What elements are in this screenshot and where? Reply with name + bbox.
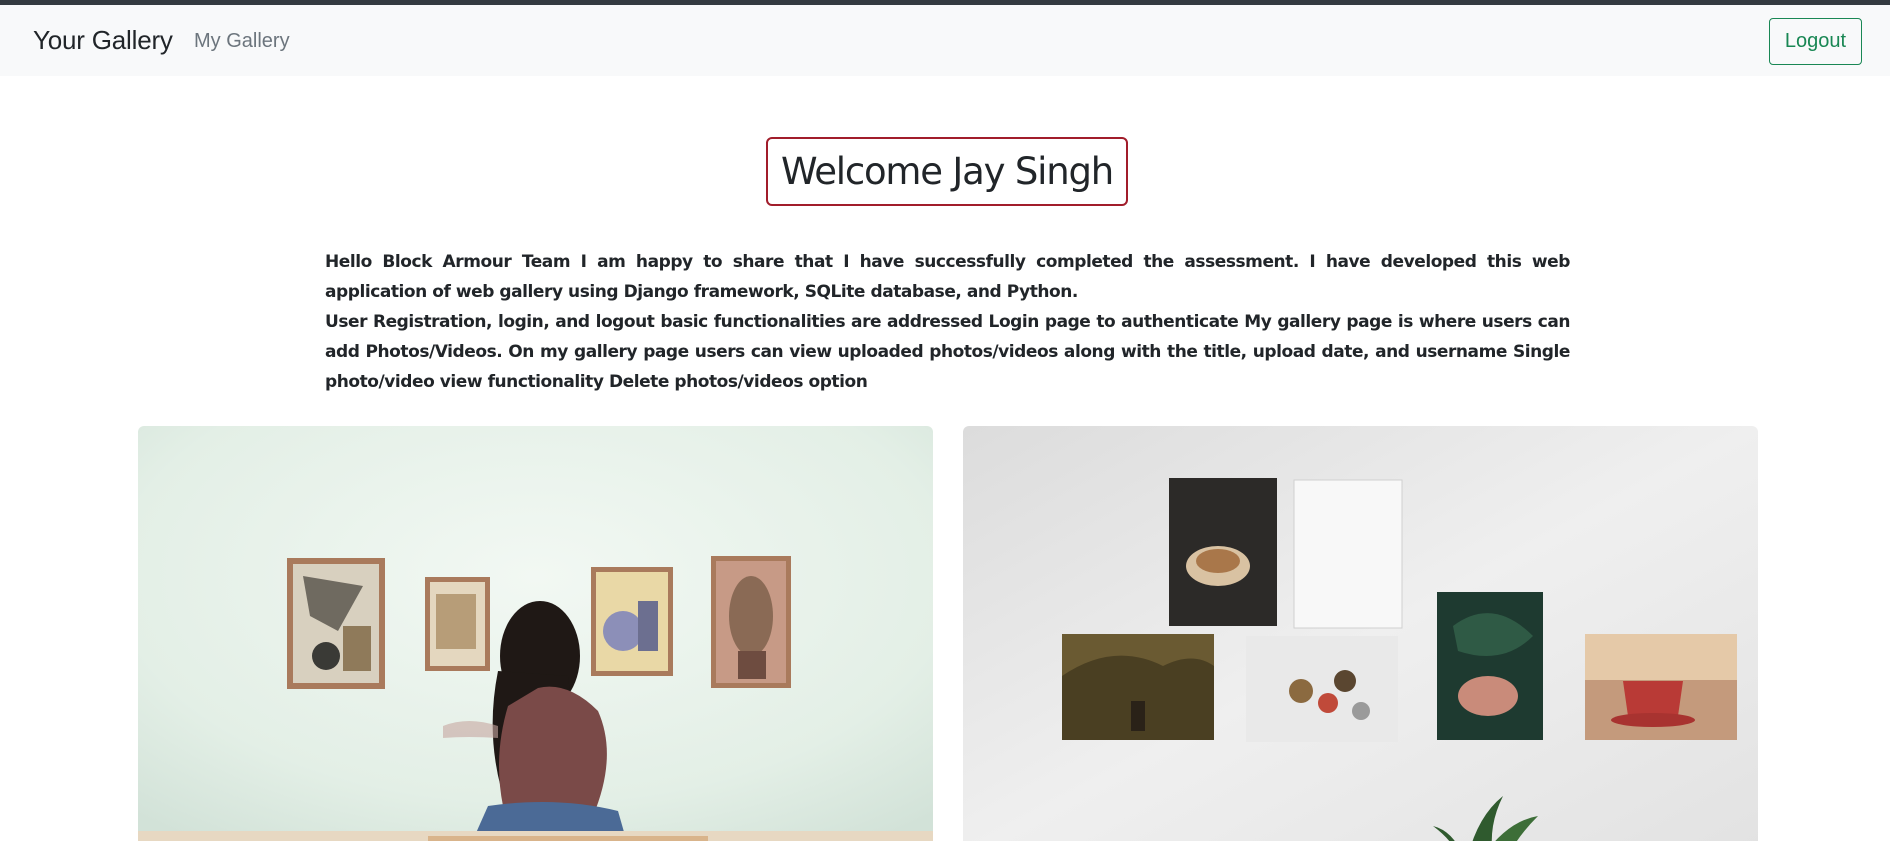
intro-paragraph-1: Hello Block Armour Team I am happy to sh… (325, 252, 1570, 302)
gallery-photo-1-image (138, 426, 933, 841)
gallery-photo-1[interactable] (138, 426, 933, 841)
navbar: Your Gallery My Gallery Logout (0, 5, 1890, 76)
welcome-box: Welcome Jay Singh (766, 137, 1128, 206)
gallery-photo-2-image (963, 426, 1758, 841)
logout-button[interactable]: Logout (1769, 18, 1862, 65)
welcome-title: Welcome Jay Singh (780, 150, 1114, 193)
nav-link-my-gallery[interactable]: My Gallery (194, 30, 290, 53)
intro-paragraph-2: User Registration, login, and logout bas… (325, 312, 1570, 392)
gallery-photo-2[interactable] (963, 426, 1758, 841)
intro-text: Hello Block Armour Team I am happy to sh… (325, 247, 1570, 397)
brand-link[interactable]: Your Gallery (33, 25, 173, 56)
